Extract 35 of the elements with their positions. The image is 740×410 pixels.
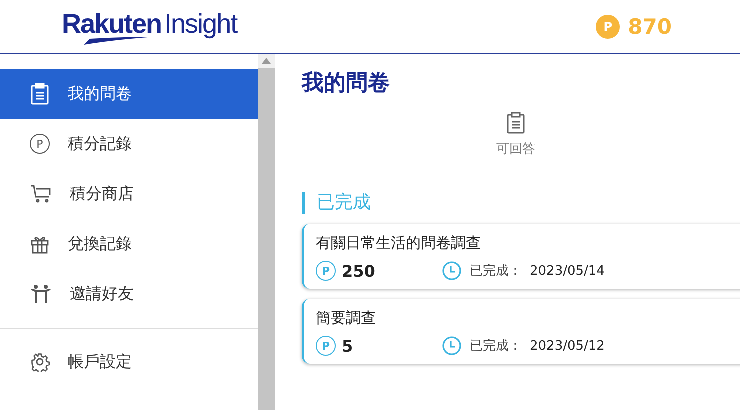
survey-card[interactable]: 有關日常生活的問卷調查 P 250 已完成： 2023/05/14 <box>302 224 740 289</box>
gift-icon <box>30 234 50 254</box>
points-icon: P <box>316 336 336 356</box>
scrollbar[interactable] <box>258 54 275 410</box>
completed-date: 2023/05/12 <box>530 338 605 354</box>
sidebar-item[interactable]: 我的問卷 <box>0 69 258 119</box>
people-icon <box>30 284 52 304</box>
survey-title: 簡要調查 <box>316 309 377 328</box>
points-balance: 870 <box>628 14 672 38</box>
points-icon: P <box>30 134 50 154</box>
status-label: 已完成： <box>470 263 522 280</box>
sidebar-item[interactable]: P 積分記錄 <box>0 119 258 169</box>
clock-icon <box>442 261 462 281</box>
completed-date: 2023/05/14 <box>530 264 605 278</box>
sidebar-item[interactable]: 帳戶設定 <box>0 337 258 387</box>
status-label: 已完成： <box>470 338 522 355</box>
page-title: 我的問卷 <box>302 70 391 98</box>
survey-points: 5 <box>342 336 354 356</box>
clipboard-icon <box>30 83 50 105</box>
survey-title: 有關日常生活的問卷調查 <box>316 234 482 253</box>
clock-icon <box>442 336 462 356</box>
survey-points: 250 <box>342 262 376 280</box>
section-heading: 已完成 <box>302 192 740 214</box>
cart-icon <box>30 184 52 204</box>
points-icon: P <box>316 261 336 281</box>
up-arrow-icon[interactable] <box>262 58 271 64</box>
points-icon: P <box>596 14 620 38</box>
sidebar-item[interactable]: 邀請好友 <box>0 269 258 319</box>
sidebar-item[interactable]: 兌換記錄 <box>0 219 258 269</box>
survey-card[interactable]: 簡要調查 P 5 已完成： 2023/05/12 <box>302 299 740 364</box>
logo[interactable]: Rakuten Insight <box>62 8 238 44</box>
clipboard-icon <box>506 112 526 134</box>
available-tab[interactable]: 可回答 <box>496 112 536 158</box>
settings-icon <box>30 352 50 372</box>
sidebar-item[interactable]: 積分商店 <box>0 169 258 219</box>
